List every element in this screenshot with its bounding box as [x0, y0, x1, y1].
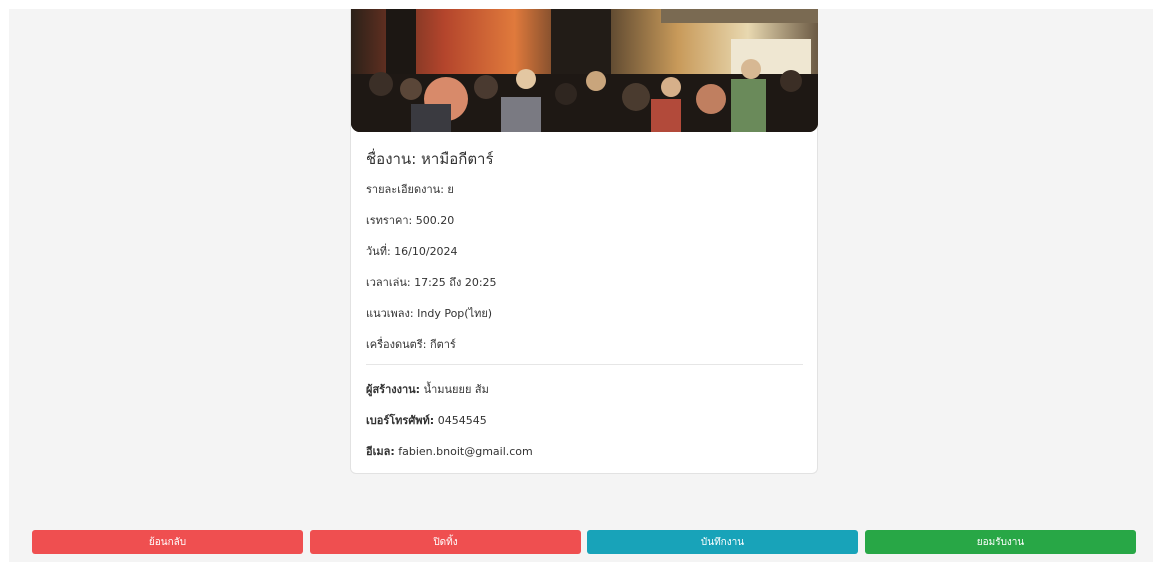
- creator-phone: เบอร์โทรศัพท์: 0454545: [366, 411, 487, 429]
- job-date: วันที่: 16/10/2024: [366, 242, 458, 260]
- save-job-button[interactable]: บันทึกงาน: [587, 530, 858, 554]
- job-time-label: เวลาเล่น:: [366, 276, 411, 289]
- job-title-label: ชื่องาน:: [366, 150, 417, 168]
- creator-name-label: ผู้สร้างงาน:: [366, 383, 421, 396]
- job-genre-value: Indy Pop(ไทย): [417, 307, 493, 320]
- job-genre: แนวเพลง: Indy Pop(ไทย): [366, 304, 492, 322]
- creator-phone-value: 0454545: [437, 414, 487, 427]
- job-genre-label: แนวเพลง:: [366, 307, 414, 320]
- job-date-value: 16/10/2024: [394, 245, 458, 258]
- crowd-image-icon: [351, 9, 818, 132]
- accept-job-button[interactable]: ยอมรับงาน: [865, 530, 1136, 554]
- job-title: ชื่องาน: หามือกีตาร์: [366, 147, 494, 171]
- event-photo: [351, 9, 818, 132]
- back-button[interactable]: ย้อนกลับ: [32, 530, 303, 554]
- creator-phone-label: เบอร์โทรศัพท์:: [366, 414, 435, 427]
- job-title-value: หามือกีตาร์: [421, 150, 494, 168]
- job-date-label: วันที่:: [366, 245, 391, 258]
- creator-name: ผู้สร้างงาน: น้ำมนยยย ส้ม: [366, 380, 489, 398]
- job-instrument-value: กีตาร์: [429, 338, 456, 351]
- page-background: ชื่องาน: หามือกีตาร์ รายละเอียดงาน: ย เร…: [9, 9, 1153, 562]
- section-divider: [366, 364, 803, 365]
- job-detail-label: รายละเอียดงาน:: [366, 183, 444, 196]
- job-time-value: 17:25 ถึง 20:25: [414, 276, 497, 289]
- job-detail-card: ชื่องาน: หามือกีตาร์ รายละเอียดงาน: ย เร…: [350, 9, 818, 474]
- job-instrument-label: เครื่องดนตรี:: [366, 338, 427, 351]
- creator-email: อีเมล: fabien.bnoit@gmail.com: [366, 442, 533, 460]
- reject-button[interactable]: ปิดทิ้ง: [310, 530, 581, 554]
- job-price-label: เรทราคา:: [366, 214, 413, 227]
- creator-email-value: fabien.bnoit@gmail.com: [398, 445, 533, 458]
- job-detail-value: ย: [447, 183, 454, 196]
- job-price-value: 500.20: [415, 214, 455, 227]
- job-price: เรทราคา: 500.20: [366, 211, 454, 229]
- creator-name-value: น้ำมนยยย ส้ม: [423, 383, 489, 396]
- job-instrument: เครื่องดนตรี: กีตาร์: [366, 335, 456, 353]
- creator-email-label: อีเมล:: [366, 445, 395, 458]
- job-time: เวลาเล่น: 17:25 ถึง 20:25: [366, 273, 497, 291]
- job-detail: รายละเอียดงาน: ย: [366, 180, 454, 198]
